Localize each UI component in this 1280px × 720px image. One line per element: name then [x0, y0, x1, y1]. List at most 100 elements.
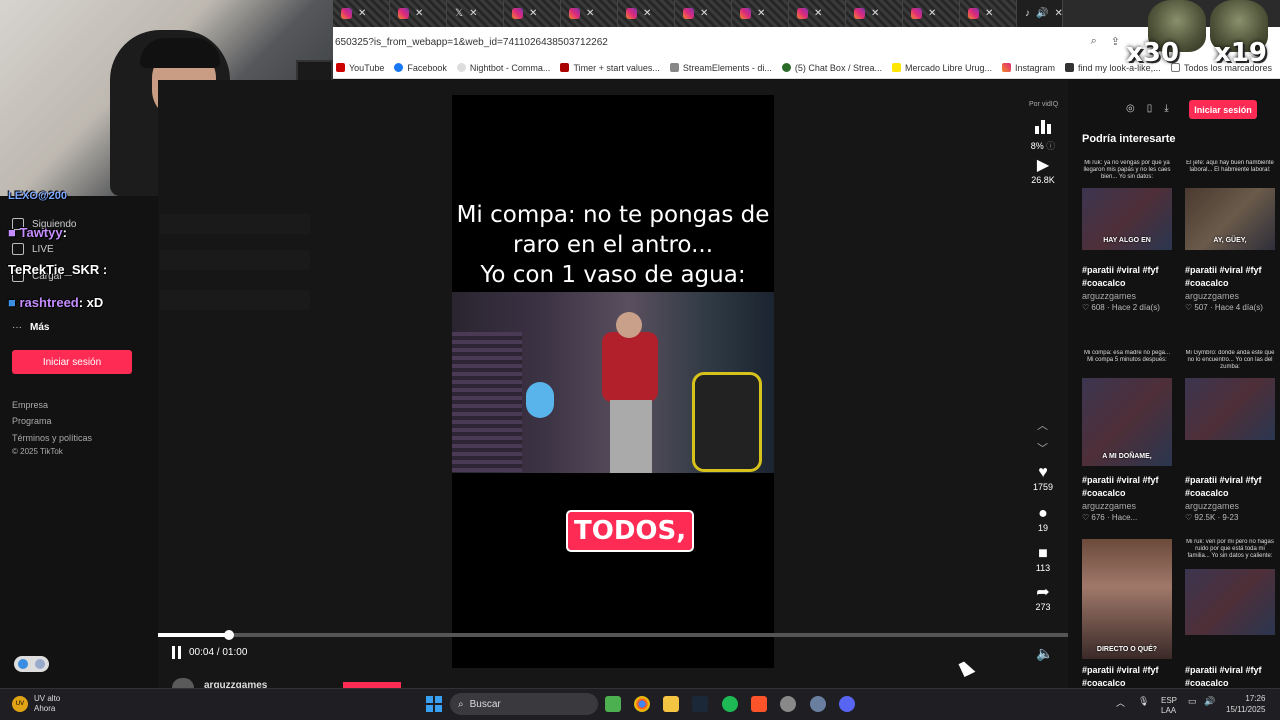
heart-outline-icon: ♡ — [1082, 303, 1090, 312]
footer-link-programa[interactable]: Programa — [12, 416, 52, 426]
video-thumbnail[interactable]: A MI DOÑAME, — [1082, 378, 1172, 466]
spotify-icon[interactable] — [722, 696, 738, 712]
browser-tab[interactable]: ✕ — [504, 0, 561, 27]
close-tab-icon[interactable]: ✕ — [700, 8, 708, 19]
sidebar-item-more[interactable]: ··· Más — [12, 322, 49, 333]
browser-tab[interactable]: 𝕏 ✕ — [447, 0, 504, 27]
sidebar-item-live[interactable]: LIVE — [12, 243, 54, 255]
device-icon[interactable]: ▯ — [1147, 103, 1153, 114]
chrome-icon[interactable] — [634, 696, 650, 712]
video-card[interactable]: Mi compa: esa madre no pega... Mi compa … — [1082, 350, 1172, 522]
browser-tab[interactable]: ✕ — [618, 0, 675, 27]
app-icon[interactable] — [810, 696, 826, 712]
chat-message: ■ Tawtyy: — [8, 225, 67, 240]
browser-tab[interactable]: ✕ — [732, 0, 789, 27]
browser-tab[interactable]: ✕ — [846, 0, 903, 27]
network-icon[interactable]: ▭ — [1188, 696, 1197, 707]
microphone-icon[interactable]: 🎙 — [1138, 696, 1149, 707]
sidebar-login-button[interactable]: Iniciar sesión — [12, 350, 132, 374]
language-indicator[interactable]: ESP LAA — [1161, 696, 1177, 716]
close-tab-icon[interactable]: ✕ — [928, 8, 936, 19]
bookmark-mercadolibre[interactable]: Mercado Libre Urug... — [891, 63, 992, 73]
more-icon: ··· — [12, 322, 22, 333]
like-button[interactable]: ♥ 1759 — [1028, 464, 1058, 492]
footer-link-terminos[interactable]: Términos y políticas — [12, 433, 92, 443]
video-thumbnail[interactable]: DIRECTO O QUÉ? — [1082, 539, 1172, 659]
footer-link-empresa[interactable]: Empresa — [12, 400, 48, 410]
pause-button[interactable] — [172, 646, 184, 659]
bookmark-streamelements[interactable]: StreamElements - di... — [669, 63, 772, 73]
weather-widget[interactable]: UV UV alto Ahora — [12, 694, 60, 714]
header-login-button[interactable]: Iniciar sesión — [1189, 100, 1257, 119]
bookmark-nightbot[interactable]: Nightbot - Comma... — [456, 63, 550, 73]
extension-toggle[interactable] — [14, 656, 49, 672]
volume-icon[interactable]: 🔈 — [1036, 645, 1053, 662]
close-tab-icon[interactable]: ✕ — [1054, 8, 1062, 19]
taskbar-clock[interactable]: 17:26 15/11/2025 — [1226, 693, 1265, 715]
speaker-icon[interactable]: 🔊 — [1204, 696, 1215, 707]
close-tab-icon[interactable]: ✕ — [469, 8, 477, 19]
share-button[interactable]: ➦ 273 — [1028, 584, 1058, 612]
video-card[interactable]: El jefe: aquí hay buen hambiente laboral… — [1185, 160, 1275, 312]
browser-tab[interactable]: ✕ — [675, 0, 732, 27]
close-tab-icon[interactable]: ✕ — [586, 8, 594, 19]
url-text[interactable]: 650325?is_from_webapp=1&web_id=741102643… — [335, 37, 608, 48]
close-tab-icon[interactable]: ✕ — [757, 8, 765, 19]
taskbar-search[interactable]: ⌕ Buscar — [450, 693, 598, 715]
video-progress-bar[interactable] — [158, 630, 1068, 640]
comment-button[interactable]: ● 19 — [1028, 505, 1058, 533]
close-tab-icon[interactable]: ✕ — [814, 8, 822, 19]
folder-icon[interactable] — [663, 696, 679, 712]
stats-bars-icon[interactable] — [1035, 118, 1051, 134]
close-tab-icon[interactable]: ✕ — [415, 8, 423, 19]
browser-tab[interactable]: ✕ — [333, 0, 390, 27]
close-tab-icon[interactable]: ✕ — [643, 8, 651, 19]
info-icon[interactable]: ⓘ — [1046, 141, 1055, 151]
video-card[interactable]: Mi Gymbro: donde anda este que no lo enc… — [1185, 350, 1275, 522]
video-thumbnail[interactable] — [1185, 569, 1275, 635]
browser-tab-active[interactable]: ♪ 🔊 ✕ — [1017, 0, 1063, 27]
chevron-down-icon[interactable]: ﹀ — [1037, 440, 1048, 456]
download-icon[interactable]: ⤓ — [1164, 103, 1168, 114]
video-card[interactable]: Mi ruk: ven por mi pero no hagas ruido p… — [1185, 539, 1275, 690]
zoom-icon[interactable]: ⌕ — [1091, 35, 1097, 48]
video-thumbnail[interactable] — [1185, 378, 1275, 440]
video-card[interactable]: Mi ruk: ya no vengas por qué ya llegaron… — [1082, 160, 1172, 312]
close-tab-icon[interactable]: ✕ — [871, 8, 879, 19]
live-icon — [12, 243, 24, 255]
share-icon[interactable]: ⇪ — [1111, 35, 1120, 48]
start-button[interactable] — [426, 696, 442, 712]
video-card[interactable]: DIRECTO O QUÉ? #paratii #viral #fyf #coa… — [1082, 539, 1172, 690]
bookmark-youtube[interactable]: YouTube — [336, 63, 384, 73]
close-tab-icon[interactable]: ✕ — [358, 8, 366, 19]
video-caption: Mi compa: no te pongas de raro en el ant… — [456, 202, 770, 288]
minecraft-icon[interactable] — [605, 696, 621, 712]
discord-icon[interactable] — [839, 696, 855, 712]
tiktok-icon: ♪ — [1025, 8, 1030, 19]
video-thumbnail[interactable]: AY, GÜEY, — [1185, 188, 1275, 250]
bookmark-instagram[interactable]: Instagram — [1002, 63, 1055, 73]
bookmark-chatbox[interactable]: (5) Chat Box / Strea... — [781, 63, 882, 73]
browser-tab[interactable]: ✕ — [960, 0, 1017, 27]
close-tab-icon[interactable]: ✕ — [985, 8, 993, 19]
tray-chevron-icon[interactable]: ︿ — [1116, 696, 1125, 709]
chevron-up-icon[interactable]: ︿ — [1037, 417, 1048, 433]
bookmark-timer[interactable]: Timer + start values... — [560, 63, 660, 73]
instagram-icon — [626, 8, 637, 19]
close-tab-icon[interactable]: ✕ — [529, 8, 537, 19]
obs-icon[interactable] — [780, 696, 796, 712]
browser-tab[interactable]: ✕ — [390, 0, 447, 27]
compass-icon[interactable]: ◎ — [1126, 103, 1135, 114]
brave-icon[interactable] — [751, 696, 767, 712]
save-button[interactable]: ■ 113 — [1028, 545, 1058, 573]
steam-icon[interactable] — [692, 696, 708, 712]
video-progress-fill — [158, 633, 230, 637]
x-logo-icon: 𝕏 — [455, 8, 464, 19]
browser-tab[interactable]: ✕ — [789, 0, 846, 27]
bookmark-facebook[interactable]: Facebook — [394, 63, 447, 73]
browser-tab[interactable]: ✕ — [903, 0, 960, 27]
browser-tab[interactable]: ✕ — [561, 0, 618, 27]
audio-icon[interactable]: 🔊 — [1036, 8, 1048, 19]
video-thumbnail[interactable]: HAY ALGO EN — [1082, 188, 1172, 250]
instagram-icon — [911, 8, 922, 19]
